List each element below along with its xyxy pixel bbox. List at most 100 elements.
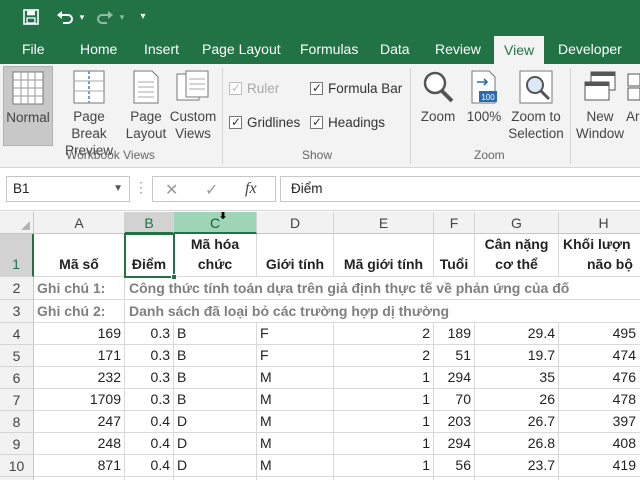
chevron-down-icon[interactable]: ▼ bbox=[113, 177, 123, 201]
row-header-3[interactable]: 3 bbox=[0, 300, 34, 323]
cell-can-nang[interactable]: 26.7 bbox=[475, 411, 559, 433]
cell-ma-hoa[interactable]: B bbox=[174, 323, 257, 345]
headings-checkbox[interactable]: Headings bbox=[310, 114, 385, 131]
cell-tuoi[interactable]: 56 bbox=[434, 455, 475, 477]
cell-ma-so[interactable]: 171 bbox=[34, 345, 125, 367]
cell-ma-so[interactable]: 1709 bbox=[34, 389, 125, 411]
cell-ma-so[interactable]: 169 bbox=[34, 323, 125, 345]
header-cell-gioi-tinh[interactable]: Giới tính bbox=[257, 234, 334, 277]
customize-qat-icon[interactable]: ▾ bbox=[136, 6, 150, 28]
row-header-7[interactable]: 7 bbox=[0, 389, 34, 411]
row-header-1[interactable]: 1 bbox=[0, 234, 34, 277]
cell-ma-gioi-tinh[interactable]: 1 bbox=[334, 367, 434, 389]
row-header-9[interactable]: 9 bbox=[0, 433, 34, 455]
cell-gioi-tinh[interactable]: M bbox=[257, 411, 334, 433]
cell-diem[interactable]: 0.3 bbox=[125, 345, 174, 367]
cell-khoi-luong[interactable]: 476 bbox=[559, 367, 640, 389]
column-header-f[interactable]: F bbox=[434, 212, 475, 234]
row-header-5[interactable]: 5 bbox=[0, 345, 34, 367]
tab-developer[interactable]: Developer bbox=[548, 34, 632, 64]
cell-ma-so[interactable]: 871 bbox=[34, 455, 125, 477]
header-cell-can-nang[interactable]: Cân nặng cơ thể bbox=[475, 234, 559, 277]
zoom-to-selection-button[interactable]: Zoom to Selection bbox=[506, 66, 566, 146]
gridlines-checkbox[interactable]: Gridlines bbox=[229, 114, 300, 131]
row-header-2[interactable]: 2 bbox=[0, 277, 34, 300]
cell-diem[interactable]: 0.3 bbox=[125, 389, 174, 411]
column-header-a[interactable]: A bbox=[34, 212, 125, 234]
custom-views-button[interactable]: Custom Views bbox=[168, 66, 218, 146]
cell-tuoi[interactable]: 70 bbox=[434, 389, 475, 411]
cell-gioi-tinh[interactable]: F bbox=[257, 323, 334, 345]
insert-function-icon[interactable]: fx bbox=[245, 180, 257, 198]
header-cell-ma-gioi-tinh[interactable]: Mã giới tính bbox=[334, 234, 434, 277]
cell-ma-so[interactable]: 248 bbox=[34, 433, 125, 455]
cell-ma-gioi-tinh[interactable]: 1 bbox=[334, 389, 434, 411]
cell-ma-gioi-tinh[interactable]: 1 bbox=[334, 455, 434, 477]
tab-file[interactable]: File bbox=[12, 34, 55, 64]
cell-ma-hoa[interactable]: B bbox=[174, 367, 257, 389]
row-header-10[interactable]: 10 bbox=[0, 455, 34, 477]
zoom-100-button[interactable]: 100 100% bbox=[462, 66, 506, 146]
cell-khoi-luong[interactable]: 495 bbox=[559, 323, 640, 345]
cell-can-nang[interactable]: 35 bbox=[475, 367, 559, 389]
cell-khoi-luong[interactable]: 408 bbox=[559, 433, 640, 455]
zoom-button[interactable]: Zoom bbox=[414, 66, 462, 146]
column-header-c[interactable]: C bbox=[174, 212, 257, 234]
cell-can-nang[interactable]: 29.4 bbox=[475, 323, 559, 345]
tab-data[interactable]: Data bbox=[370, 34, 420, 64]
normal-view-button[interactable]: Normal bbox=[3, 66, 53, 146]
row-header-4[interactable]: 4 bbox=[0, 323, 34, 345]
column-header-b[interactable]: B bbox=[125, 212, 174, 234]
cell-khoi-luong[interactable]: 478 bbox=[559, 389, 640, 411]
page-break-preview-button[interactable]: Page Break Preview bbox=[54, 66, 124, 158]
page-layout-view-button[interactable]: Page Layout bbox=[124, 66, 168, 146]
cell-gioi-tinh[interactable]: M bbox=[257, 367, 334, 389]
header-cell-ma-hoa-chuc[interactable]: Mã hóa chức bbox=[174, 234, 257, 277]
column-header-e[interactable]: E bbox=[334, 212, 434, 234]
cell-tuoi[interactable]: 294 bbox=[434, 367, 475, 389]
formula-input[interactable]: Điểm bbox=[280, 176, 640, 202]
tab-page-layout[interactable]: Page Layout bbox=[192, 34, 291, 64]
tab-review[interactable]: Review bbox=[425, 34, 491, 64]
header-cell-tuoi[interactable]: Tuổi bbox=[434, 234, 475, 277]
header-cell-khoi-luong[interactable]: Khối lượn não bộ bbox=[559, 234, 640, 277]
cell-ma-hoa[interactable]: D bbox=[174, 433, 257, 455]
cell-ma-hoa[interactable]: B bbox=[174, 345, 257, 367]
cell-gioi-tinh[interactable]: M bbox=[257, 433, 334, 455]
cell-ma-hoa[interactable]: D bbox=[174, 455, 257, 477]
cancel-icon[interactable]: ✕ bbox=[165, 180, 178, 200]
cell-ma-gioi-tinh[interactable]: 2 bbox=[334, 323, 434, 345]
cell-tuoi[interactable]: 294 bbox=[434, 433, 475, 455]
cell-diem[interactable]: 0.3 bbox=[125, 367, 174, 389]
cell-ma-hoa[interactable]: D bbox=[174, 411, 257, 433]
cell-khoi-luong[interactable]: 419 bbox=[559, 455, 640, 477]
fill-handle[interactable] bbox=[171, 274, 177, 280]
cell-can-nang[interactable]: 26 bbox=[475, 389, 559, 411]
cell-khoi-luong[interactable]: 474 bbox=[559, 345, 640, 367]
cell-gioi-tinh[interactable]: M bbox=[257, 389, 334, 411]
cell-diem[interactable]: 0.4 bbox=[125, 455, 174, 477]
save-icon[interactable] bbox=[20, 6, 42, 28]
select-all-button[interactable] bbox=[0, 212, 34, 234]
header-cell-diem[interactable]: Điểm bbox=[125, 234, 174, 277]
tab-formulas[interactable]: Formulas bbox=[290, 34, 368, 64]
header-cell-ma-so[interactable]: Mã số bbox=[34, 234, 125, 277]
formula-bar-checkbox[interactable]: Formula Bar bbox=[310, 80, 402, 97]
cell-ma-so[interactable]: 247 bbox=[34, 411, 125, 433]
cell-can-nang[interactable]: 26.8 bbox=[475, 433, 559, 455]
enter-icon[interactable]: ✓ bbox=[205, 180, 218, 200]
cell-diem[interactable]: 0.4 bbox=[125, 411, 174, 433]
tab-insert[interactable]: Insert bbox=[134, 34, 189, 64]
cell-khoi-luong[interactable]: 397 bbox=[559, 411, 640, 433]
tab-view[interactable]: View bbox=[494, 36, 545, 64]
row-header-6[interactable]: 6 bbox=[0, 367, 34, 389]
column-header-g[interactable]: G bbox=[475, 212, 559, 234]
cell-can-nang[interactable]: 19.7 bbox=[475, 345, 559, 367]
cell-gioi-tinh[interactable]: M bbox=[257, 455, 334, 477]
arrange-all-button[interactable]: Ar bbox=[626, 66, 640, 146]
cell-gioi-tinh[interactable]: F bbox=[257, 345, 334, 367]
cell-ma-hoa[interactable]: B bbox=[174, 389, 257, 411]
cell-diem[interactable]: 0.3 bbox=[125, 323, 174, 345]
cell-tuoi[interactable]: 189 bbox=[434, 323, 475, 345]
cell-ma-so[interactable]: 232 bbox=[34, 367, 125, 389]
